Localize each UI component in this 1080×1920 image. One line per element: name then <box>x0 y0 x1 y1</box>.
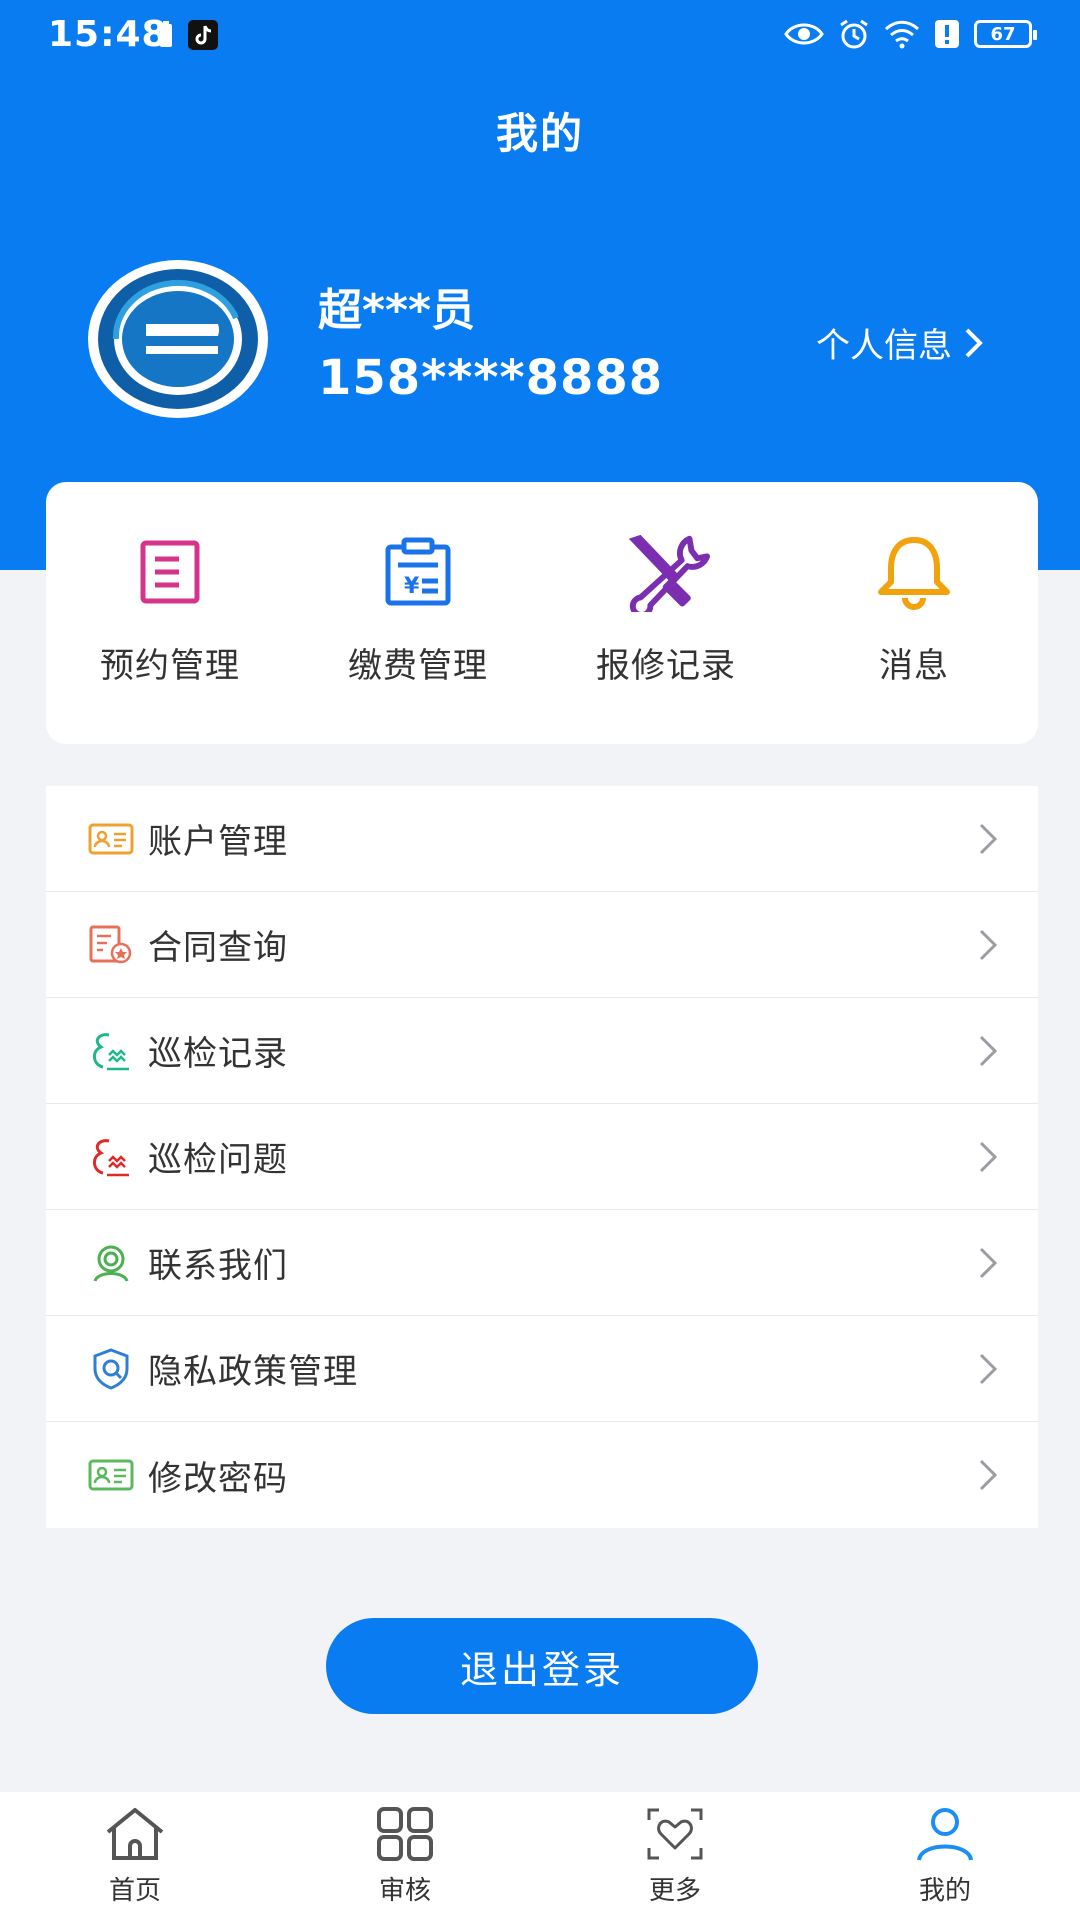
chevron-right-icon <box>979 1247 998 1279</box>
home-icon <box>106 1808 164 1860</box>
menu-label: 巡检问题 <box>148 1140 288 1180</box>
nav-label: 我的 <box>918 1876 971 1906</box>
heart-scan-icon <box>647 1808 703 1860</box>
alert-icon <box>935 20 959 48</box>
nav-label: 首页 <box>108 1876 161 1906</box>
nav-tab-review[interactable]: 审核 <box>270 1792 540 1920</box>
invoice-icon: ¥ <box>385 537 451 606</box>
chevron-right-icon <box>979 1035 998 1067</box>
menu-label: 合同查询 <box>148 928 288 968</box>
contact-icon <box>93 1245 129 1282</box>
battery-indicator: 67 <box>974 20 1037 48</box>
quick-messages[interactable]: 消息 <box>790 482 1038 744</box>
quick-label: 缴费管理 <box>348 646 488 686</box>
quick-payment-management[interactable]: ¥ 缴费管理 <box>294 482 542 744</box>
chevron-right-icon <box>979 1459 998 1491</box>
alarm-icon <box>840 19 868 49</box>
bottom-navigation: 首页 审核 更多 我的 <box>0 1792 1080 1920</box>
menu-label: 巡检记录 <box>148 1034 288 1074</box>
inspection-icon <box>93 1032 129 1070</box>
nav-label: 更多 <box>648 1876 701 1906</box>
quick-appointment-management[interactable]: 预约管理 <box>46 482 294 744</box>
avatar[interactable] <box>86 258 270 420</box>
menu-label: 隐私政策管理 <box>148 1352 358 1392</box>
grid-icon <box>377 1807 433 1861</box>
settings-menu: 账户管理 合同查询 巡检记录 巡检问题 联系我们 隐私政策管理 修改密码 <box>46 786 1038 1528</box>
menu-item-privacy-policy[interactable]: 隐私政策管理 <box>46 1316 1038 1422</box>
page-title: 我的 <box>495 109 584 158</box>
menu-label: 联系我们 <box>148 1246 288 1286</box>
status-left-icons <box>158 20 218 50</box>
personal-info-label: 个人信息 <box>816 326 952 366</box>
quick-label: 预约管理 <box>100 646 240 686</box>
svg-text:¥: ¥ <box>404 574 420 599</box>
chevron-right-icon <box>979 1353 998 1385</box>
contract-icon <box>89 925 132 963</box>
inspection-issue-icon <box>93 1138 129 1176</box>
menu-item-contract-query[interactable]: 合同查询 <box>46 892 1038 998</box>
user-name: 超***员 <box>318 285 476 336</box>
document-icon <box>140 540 200 604</box>
battery-saver-icon <box>160 21 172 47</box>
status-time: 15:48 <box>48 14 168 55</box>
user-phone: 158****8888 <box>318 350 664 406</box>
tiktok-icon <box>188 20 218 50</box>
nav-tab-home[interactable]: 首页 <box>0 1792 270 1920</box>
menu-item-account-management[interactable]: 账户管理 <box>46 786 1038 892</box>
user-icon <box>917 1808 973 1861</box>
wifi-icon <box>884 20 920 49</box>
bell-icon <box>878 537 950 610</box>
quick-label: 消息 <box>879 646 949 686</box>
quick-label: 报修记录 <box>596 646 736 686</box>
logout-button[interactable]: 退出登录 <box>326 1618 758 1714</box>
id-card-icon <box>88 1459 134 1491</box>
menu-item-inspection-issues[interactable]: 巡检问题 <box>46 1104 1038 1210</box>
quick-repair-records[interactable]: 报修记录 <box>542 482 790 744</box>
quick-actions-card: 预约管理 ¥ 缴费管理 报修记录 消息 <box>46 482 1038 744</box>
chevron-right-icon <box>979 1141 998 1173</box>
chevron-right-icon <box>979 929 998 961</box>
eye-icon <box>784 23 824 45</box>
status-bar: 15:48 67 <box>0 0 1080 80</box>
id-card-icon <box>88 823 134 854</box>
chevron-right-icon <box>965 328 983 357</box>
nav-tab-more[interactable]: 更多 <box>540 1792 810 1920</box>
menu-label: 账户管理 <box>148 822 288 862</box>
personal-info-link[interactable]: 个人信息 <box>816 318 984 367</box>
menu-label: 修改密码 <box>148 1458 288 1499</box>
chevron-right-icon <box>979 823 998 855</box>
status-right-icons: 67 <box>784 18 1037 50</box>
menu-item-change-password[interactable]: 修改密码 <box>46 1422 1038 1528</box>
menu-item-contact-us[interactable]: 联系我们 <box>46 1210 1038 1316</box>
nav-tab-mine[interactable]: 我的 <box>810 1792 1080 1920</box>
nav-label: 审核 <box>378 1876 431 1906</box>
shield-icon <box>93 1347 129 1390</box>
tools-icon <box>628 534 711 612</box>
menu-item-inspection-records[interactable]: 巡检记录 <box>46 998 1038 1104</box>
